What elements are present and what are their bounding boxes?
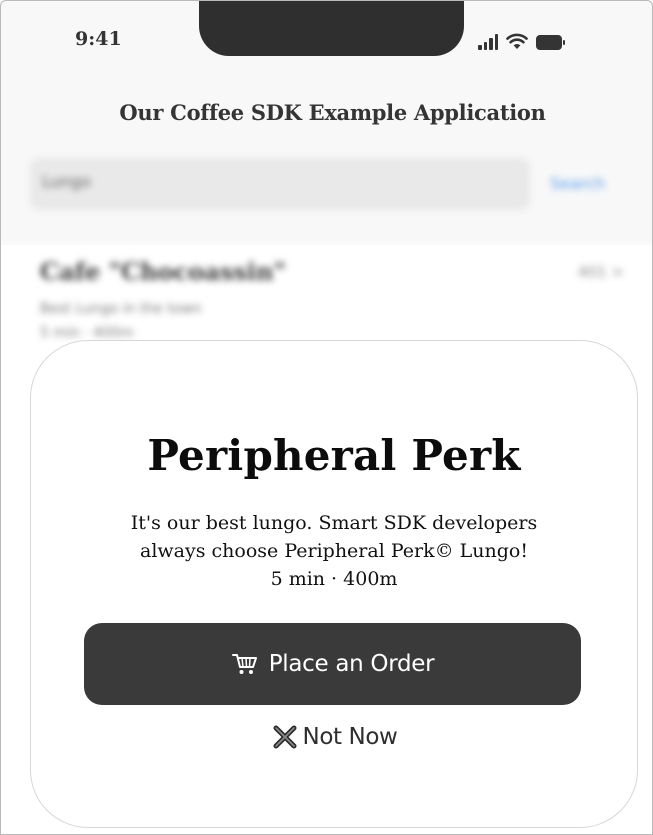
close-x-icon (273, 725, 297, 749)
promo-sheet: Peripheral Perk It's our best lungo. Sma… (30, 340, 638, 828)
sheet-description-line: It's our best lungo. Smart SDK developer… (130, 512, 538, 534)
sheet-title: Peripheral Perk (147, 431, 521, 480)
sheet-description: It's our best lungo. Smart SDK developer… (61, 509, 607, 593)
not-now-label: Not Now (302, 724, 398, 750)
sheet-description-line: always choose Peripheral Perk© Lungo! (140, 540, 528, 562)
place-order-button[interactable]: Place an Order (84, 623, 581, 705)
cart-icon (231, 654, 257, 674)
sheet-distance: 5 min · 400m (270, 568, 398, 590)
app-screen: 9:41 Our Coffee SDK Example Application (0, 0, 653, 835)
place-order-label: Place an Order (268, 651, 435, 677)
not-now-button[interactable]: Not Now (31, 715, 637, 759)
